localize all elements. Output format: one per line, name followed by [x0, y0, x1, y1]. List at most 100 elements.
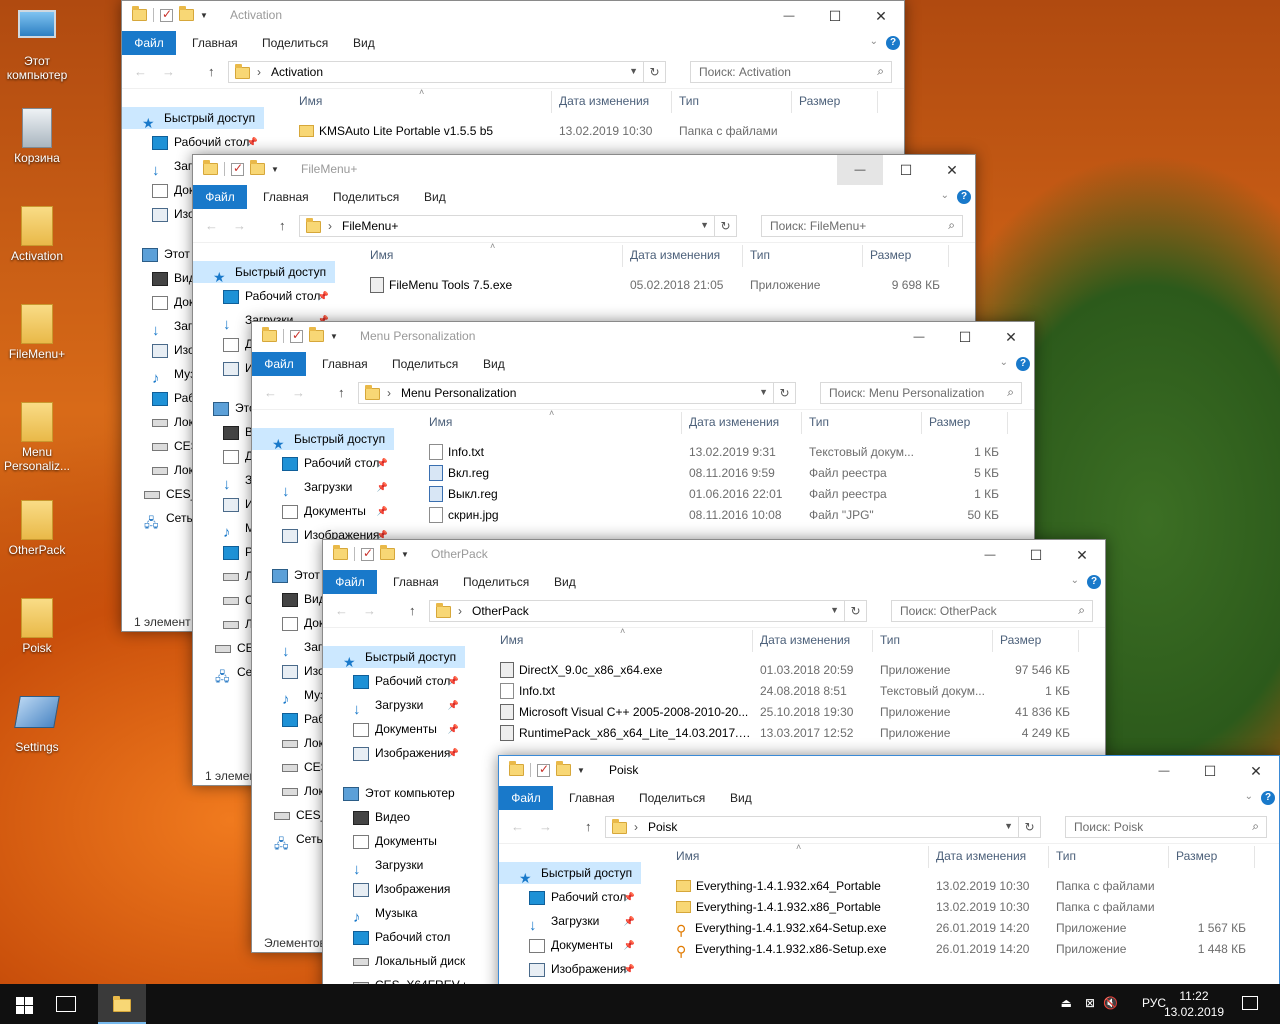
column-header-name[interactable]: Имя: [370, 248, 393, 262]
nav-item[interactable]: ↓ Загрузки 📌: [323, 694, 465, 718]
tab-file[interactable]: Файл: [499, 786, 553, 810]
maximize-button[interactable]: ☐: [1187, 756, 1233, 786]
column-header-size[interactable]: Размер: [870, 248, 911, 262]
desktop-icon-item[interactable]: OtherPack: [2, 500, 72, 557]
column-header-type[interactable]: Тип: [880, 633, 900, 647]
file-row[interactable]: Info.txt 24.08.2018 8:51 Текстовый докум..…: [465, 681, 1105, 702]
address-bar[interactable]: › Activation ▼: [228, 61, 644, 83]
refresh-button[interactable]: ↻: [644, 61, 666, 83]
address-path[interactable]: Activation: [271, 65, 323, 79]
column-header-name[interactable]: Имя: [299, 94, 322, 108]
pin-icon[interactable]: 📌: [377, 500, 388, 522]
file-row[interactable]: DirectX_9.0c_x86_x64.exe 01.03.2018 20:59…: [465, 660, 1105, 681]
address-dropdown-icon[interactable]: ▼: [629, 66, 638, 76]
action-center-icon[interactable]: [1242, 996, 1258, 1010]
help-icon[interactable]: ?: [886, 36, 900, 50]
ribbon-expand-chevron-icon[interactable]: ⌄: [1245, 791, 1253, 802]
desktop-icon-item[interactable]: Activation: [2, 206, 72, 263]
file-row[interactable]: FileMenu Tools 7.5.exe 05.02.2018 21:05 Пр…: [335, 275, 975, 296]
nav-item[interactable]: Видео: [323, 806, 465, 828]
up-button[interactable]: ↑: [585, 819, 592, 834]
desktop-icon-item[interactable]: Menu Personaliz...: [2, 402, 72, 473]
title-bar[interactable]: ▼ FileMenu+ —☐✕: [193, 155, 975, 185]
pin-icon[interactable]: 📌: [624, 886, 635, 908]
column-header-date[interactable]: Дата изменения: [760, 633, 850, 647]
nav-item[interactable]: ↓ Загрузки: [323, 854, 465, 878]
column-divider[interactable]: [551, 91, 552, 113]
close-button[interactable]: ✕: [858, 1, 904, 31]
column-divider[interactable]: [742, 245, 743, 267]
volume-muted-icon[interactable]: 🔇: [1103, 996, 1118, 1010]
new-folder-icon[interactable]: [179, 6, 194, 21]
search-box[interactable]: Поиск: Menu Personalization ⌕: [820, 382, 1022, 404]
help-icon[interactable]: ?: [957, 190, 971, 204]
forward-button[interactable]: →: [363, 603, 376, 618]
up-button[interactable]: ↑: [338, 385, 345, 400]
file-row[interactable]: ⚲ Everything-1.4.1.932.x64-Setup.exe 26.01…: [641, 918, 1279, 939]
pin-icon[interactable]: 📌: [624, 934, 635, 956]
forward-button[interactable]: →: [162, 64, 175, 79]
ribbon-expand-chevron-icon[interactable]: ⌄: [1000, 357, 1008, 368]
column-divider[interactable]: [671, 91, 672, 113]
file-row[interactable]: Microsoft Visual C++ 2005-2008-2010-20..…: [465, 702, 1105, 723]
column-header-size[interactable]: Размер: [929, 415, 970, 429]
column-divider[interactable]: [928, 846, 929, 868]
close-button[interactable]: ✕: [1059, 540, 1105, 570]
column-divider[interactable]: [921, 412, 922, 434]
language-indicator[interactable]: РУС: [1142, 996, 1166, 1010]
chevron-down-icon[interactable]: ▼: [577, 766, 585, 775]
column-header-name[interactable]: Имя: [429, 415, 452, 429]
chevron-down-icon[interactable]: ▼: [271, 165, 279, 174]
properties-icon[interactable]: [160, 7, 173, 22]
back-button[interactable]: ←: [335, 603, 348, 618]
nav-item[interactable]: Изображения 📌: [499, 958, 641, 980]
pin-icon[interactable]: 📌: [377, 476, 388, 498]
tab-share[interactable]: Поделиться: [463, 575, 529, 589]
new-folder-icon[interactable]: [380, 545, 395, 560]
new-folder-icon[interactable]: [250, 160, 265, 175]
minimize-button[interactable]: —: [967, 540, 1013, 570]
pin-icon[interactable]: 📌: [448, 670, 459, 692]
nav-item[interactable]: ↓ Загрузки 📌: [499, 910, 641, 934]
nav-item[interactable]: ★ Быстрый доступ: [499, 862, 641, 886]
nav-item[interactable]: ★ Быстрый доступ: [122, 107, 264, 131]
file-row[interactable]: KMSAuto Lite Portable v1.5.5 b5 13.02.201…: [264, 121, 904, 142]
tab-file[interactable]: Файл: [323, 570, 377, 594]
refresh-button[interactable]: ↻: [774, 382, 796, 404]
close-button[interactable]: ✕: [929, 155, 975, 185]
file-row[interactable]: Everything-1.4.1.932.x86_Portable 13.02.2…: [641, 897, 1279, 918]
tab-share[interactable]: Поделиться: [262, 36, 328, 50]
title-bar[interactable]: ▼ Poisk —☐✕: [499, 756, 1279, 786]
help-icon[interactable]: ?: [1261, 791, 1275, 805]
column-divider[interactable]: [791, 91, 792, 113]
pin-icon[interactable]: 📌: [377, 452, 388, 474]
address-bar[interactable]: › Poisk ▼: [605, 816, 1019, 838]
file-row[interactable]: ⚲ Everything-1.4.1.932.x86-Setup.exe 26.01…: [641, 939, 1279, 960]
nav-item[interactable]: ♪ Музыка: [323, 902, 465, 926]
search-box[interactable]: Поиск: OtherPack ⌕: [891, 600, 1093, 622]
minimize-button[interactable]: —: [837, 155, 883, 185]
tab-view[interactable]: Вид: [730, 791, 752, 805]
refresh-button[interactable]: ↻: [845, 600, 867, 622]
tab-share[interactable]: Поделиться: [639, 791, 705, 805]
address-dropdown-icon[interactable]: ▼: [700, 220, 709, 230]
address-bar[interactable]: › OtherPack ▼: [429, 600, 845, 622]
address-bar[interactable]: › Menu Personalization ▼: [358, 382, 774, 404]
column-header-type[interactable]: Тип: [750, 248, 770, 262]
ribbon-expand-chevron-icon[interactable]: ⌄: [1071, 575, 1079, 586]
forward-button[interactable]: →: [539, 819, 552, 834]
nav-item[interactable]: Рабочий стол 📌: [499, 886, 641, 908]
pin-icon[interactable]: 📌: [624, 910, 635, 932]
column-divider[interactable]: [1078, 630, 1079, 652]
maximize-button[interactable]: ☐: [1013, 540, 1059, 570]
up-button[interactable]: ↑: [409, 603, 416, 618]
column-header-date[interactable]: Дата изменения: [630, 248, 720, 262]
column-header-date[interactable]: Дата изменения: [559, 94, 649, 108]
pin-icon[interactable]: 📌: [448, 694, 459, 716]
column-header-type[interactable]: Тип: [1056, 849, 1076, 863]
nav-item[interactable]: Рабочий стол 📌: [122, 131, 264, 153]
close-button[interactable]: ✕: [1233, 756, 1279, 786]
properties-icon[interactable]: [537, 762, 550, 777]
help-icon[interactable]: ?: [1087, 575, 1101, 589]
pin-icon[interactable]: 📌: [448, 718, 459, 740]
